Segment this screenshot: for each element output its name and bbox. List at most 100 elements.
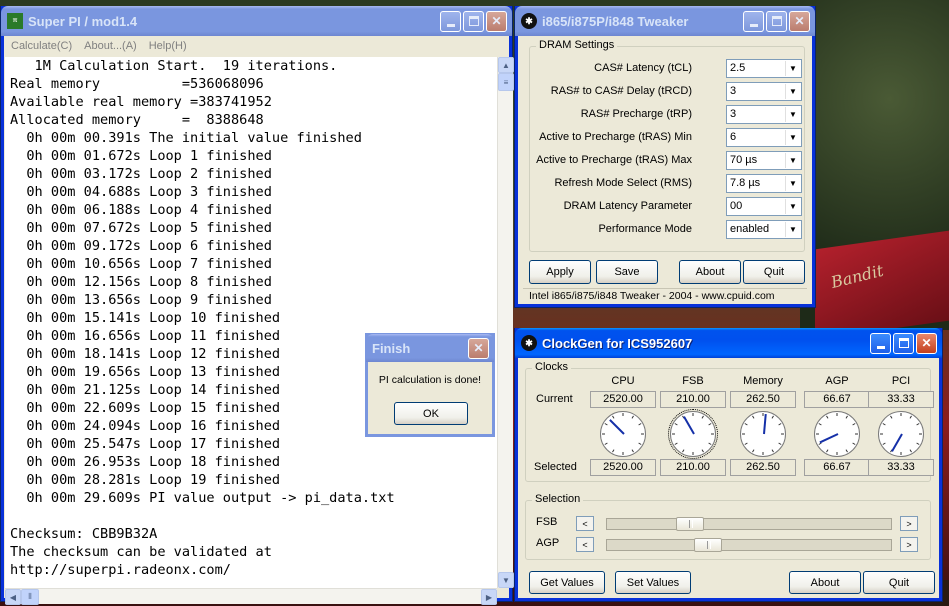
hscrollbar-thumb[interactable]: ⦀	[21, 589, 39, 605]
close-button[interactable]: ✕	[916, 332, 937, 354]
scroll-down-icon[interactable]: ▼	[498, 572, 514, 588]
agp-right-arrow-icon[interactable]: >	[900, 537, 918, 552]
dram-setting-label: Performance Mode	[598, 223, 692, 235]
dram-setting-row: RAS# to CAS# Delay (tRCD) 3 ▼	[530, 82, 804, 102]
console-line: 0h 00m 03.172s Loop 2 finished	[10, 166, 272, 182]
dram-setting-select[interactable]: 70 µs ▼	[726, 151, 802, 170]
fsb-slider[interactable]: < >	[576, 516, 918, 532]
dial-tick	[612, 415, 615, 419]
chevron-down-icon[interactable]: ▼	[785, 107, 800, 122]
dram-setting-select[interactable]: 3 ▼	[726, 82, 802, 101]
menu-about[interactable]: About...(A)	[84, 40, 137, 52]
dial-tick	[882, 442, 886, 445]
dial-tick	[855, 433, 858, 435]
agp-slider[interactable]: < >	[576, 537, 918, 553]
current-clock-value: 2520.00	[590, 391, 656, 408]
finish-titlebar[interactable]: Finish ✕	[366, 334, 494, 362]
scroll-up-icon[interactable]: ▲	[498, 57, 514, 73]
get-values-button[interactable]: Get Values	[529, 571, 605, 594]
maximize-button[interactable]	[893, 332, 914, 354]
maximize-button[interactable]	[766, 10, 787, 32]
dram-setting-value: 6	[730, 131, 737, 143]
fsb-right-arrow-icon[interactable]: >	[900, 516, 918, 531]
dial-tick	[744, 423, 748, 426]
clock-dial[interactable]	[668, 409, 718, 459]
agp-slider-thumb[interactable]	[694, 538, 722, 552]
close-button[interactable]: ✕	[789, 10, 810, 32]
selected-clock-value: 2520.00	[590, 459, 656, 476]
scrollbar-thumb[interactable]: ≡	[498, 73, 514, 91]
finish-close-button[interactable]: ✕	[468, 337, 489, 359]
clockgen-titlebar[interactable]: ✱ ClockGen for ICS952607 ✕	[515, 328, 942, 358]
apply-button[interactable]: Apply	[529, 260, 591, 284]
console-line: Checksum: CBB9B32A	[10, 526, 158, 542]
dial-tick	[631, 415, 634, 419]
chevron-down-icon[interactable]: ▼	[785, 153, 800, 168]
dial-tick	[674, 423, 678, 426]
superpi-console-output[interactable]: 1M Calculation Start. 19 iterations. Real…	[5, 57, 497, 588]
fsb-slider-thumb[interactable]	[676, 517, 704, 531]
close-icon: ✕	[794, 14, 805, 28]
quit-button[interactable]: Quit	[863, 571, 935, 594]
fsb-slider-track[interactable]	[606, 517, 892, 531]
agp-slider-track[interactable]	[606, 538, 892, 552]
horizontal-scrollbar[interactable]: ◀ ⦀ ▶	[5, 588, 497, 605]
dial-tick	[882, 423, 886, 426]
dram-setting-row: Performance Mode enabled ▼	[530, 220, 804, 240]
dram-setting-row: RAS# Precharge (tRP) 3 ▼	[530, 105, 804, 125]
dial-tick	[852, 423, 856, 426]
clock-dial[interactable]	[814, 411, 860, 457]
menu-calculate[interactable]: Calculate(C)	[11, 40, 72, 52]
chevron-down-icon[interactable]: ▼	[785, 61, 800, 76]
minimize-button[interactable]	[870, 332, 891, 354]
console-line: 0h 00m 09.172s Loop 6 finished	[10, 238, 272, 254]
chevron-down-icon[interactable]: ▼	[785, 84, 800, 99]
dial-tick	[816, 433, 819, 435]
dram-setting-select[interactable]: enabled ▼	[726, 220, 802, 239]
quit-button[interactable]: Quit	[743, 260, 805, 284]
console-line: 0h 00m 07.672s Loop 5 finished	[10, 220, 272, 236]
dial-tick	[762, 452, 764, 455]
dram-setting-value: enabled	[730, 223, 770, 235]
chevron-down-icon[interactable]: ▼	[785, 222, 800, 237]
close-button[interactable]: ✕	[486, 10, 507, 32]
minimize-button[interactable]	[440, 10, 461, 32]
maximize-button[interactable]	[463, 10, 484, 32]
minimize-button[interactable]	[743, 10, 764, 32]
dram-setting-label: Active to Precharge (tRAS) Min	[539, 131, 692, 143]
dram-setting-select[interactable]: 2.5 ▼	[726, 59, 802, 78]
dial-tick	[631, 449, 634, 453]
console-line: Real memory =536068096	[10, 76, 264, 92]
clock-dial[interactable]	[878, 411, 924, 457]
about-button[interactable]: About	[679, 260, 741, 284]
fsb-left-arrow-icon[interactable]: <	[576, 516, 594, 531]
vertical-scrollbar[interactable]: ▲ ≡ ▼	[497, 57, 514, 588]
dram-setting-select[interactable]: 00 ▼	[726, 197, 802, 216]
clock-dial[interactable]	[740, 411, 786, 457]
dram-setting-select[interactable]: 3 ▼	[726, 105, 802, 124]
scroll-right-icon[interactable]: ▶	[481, 589, 497, 605]
tweaker-titlebar[interactable]: ✱ i865/i875P/i848 Tweaker ✕	[515, 6, 815, 36]
clock-column-header: AGP	[825, 375, 849, 387]
tweaker-title: i865/i875P/i848 Tweaker	[542, 13, 689, 29]
selected-clock-value: 66.67	[804, 459, 870, 476]
dram-setting-row: Active to Precharge (tRAS) Max 70 µs ▼	[530, 151, 804, 171]
agp-left-arrow-icon[interactable]: <	[576, 537, 594, 552]
current-clock-value: 66.67	[804, 391, 870, 408]
scroll-left-icon[interactable]: ◀	[5, 589, 21, 605]
clock-dial[interactable]	[600, 411, 646, 457]
dial-tick	[708, 423, 712, 426]
chevron-down-icon[interactable]: ▼	[785, 176, 800, 191]
chevron-down-icon[interactable]: ▼	[785, 130, 800, 145]
dram-setting-select[interactable]: 7.8 µs ▼	[726, 174, 802, 193]
save-button[interactable]: Save	[596, 260, 658, 284]
dial-tick	[604, 423, 608, 426]
set-values-button[interactable]: Set Values	[615, 571, 691, 594]
ok-button[interactable]: OK	[394, 402, 468, 425]
superpi-titlebar[interactable]: π Super PI / mod1.4 ✕	[1, 6, 512, 36]
about-button[interactable]: About	[789, 571, 861, 594]
dial-tick	[916, 423, 920, 426]
dram-setting-select[interactable]: 6 ▼	[726, 128, 802, 147]
chevron-down-icon[interactable]: ▼	[785, 199, 800, 214]
menu-help[interactable]: Help(H)	[149, 40, 187, 52]
